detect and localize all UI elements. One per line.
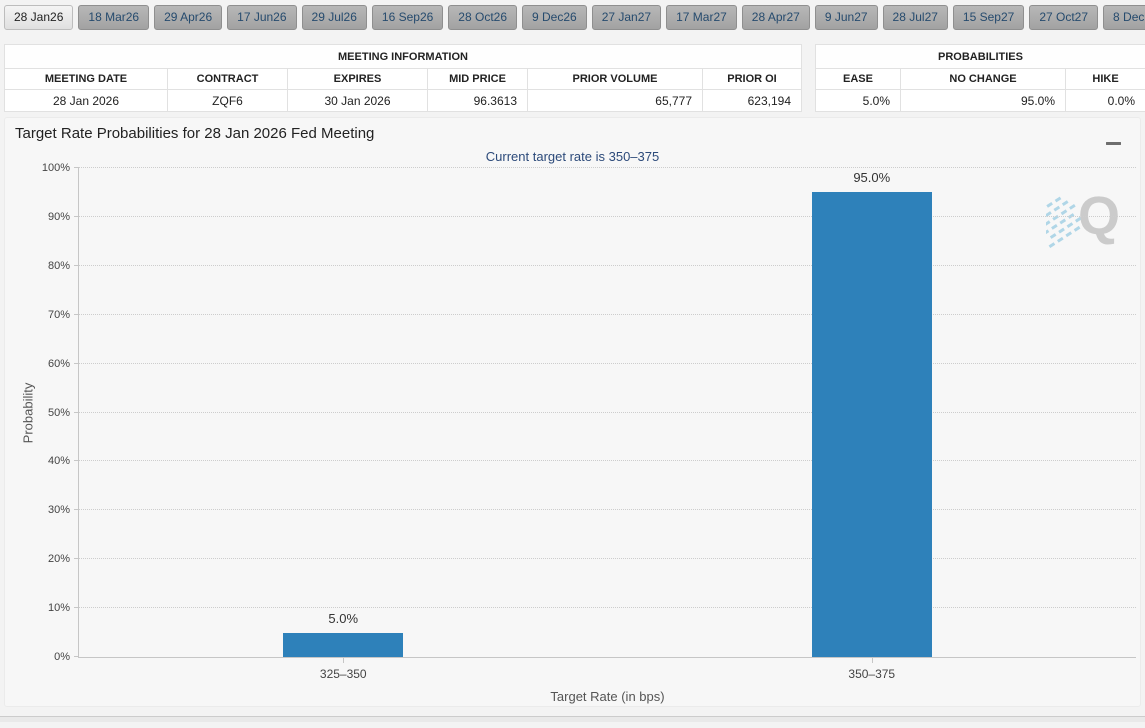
bottom-gap — [0, 707, 1145, 716]
bar-value-label: 95.0% — [853, 170, 891, 186]
y-axis-tick — [74, 607, 79, 609]
column-header: PRIOR VOLUME — [527, 68, 703, 90]
y-tick-label: 70% — [47, 308, 70, 321]
y-axis-tick — [74, 313, 79, 315]
chart-subtitle: Current target rate is 350–375 — [485, 149, 660, 164]
meeting-date-tab-9-dec26[interactable]: 9 Dec26 — [522, 5, 587, 30]
meeting-information-table-container: MEETING INFORMATION MEETING DATE CONTRACT E… — [4, 44, 802, 112]
y-tick-label: 80% — [47, 259, 70, 272]
y-gridline — [79, 558, 1136, 560]
meeting-date-tab-29-jul26[interactable]: 29 Jul26 — [301, 5, 367, 30]
meeting-date-tab-28-oct26[interactable]: 28 Oct26 — [448, 5, 517, 30]
column-header: MEETING DATE — [4, 68, 168, 90]
y-axis-tick — [74, 411, 79, 413]
column-header: HIKE — [1064, 68, 1145, 90]
meeting-information-table: MEETING INFORMATION MEETING DATE CONTRACT E… — [4, 44, 802, 112]
meeting-date-tab-27-jan27[interactable]: 27 Jan27 — [591, 5, 662, 30]
y-axis-tick — [74, 460, 79, 462]
cell-value: 28 Jan 2026 — [4, 89, 168, 112]
meeting-date-tab-28-apr27[interactable]: 28 Apr27 — [741, 5, 810, 30]
y-axis-tick — [74, 264, 79, 266]
y-axis-tick — [74, 656, 79, 657]
y-gridline — [79, 362, 1136, 364]
target-rate-chart-panel: Target Rate Probabilities for 28 Jan 202… — [4, 117, 1141, 707]
column-header: NO CHANGE — [900, 68, 1066, 90]
column-header: CONTRACT — [167, 68, 288, 90]
probabilities-table-container: PROBABILITIES EASE NO CHANGE HIKE 5.0% 95.0% 0… — [814, 44, 1145, 112]
x-axis-tick — [343, 657, 345, 663]
y-axis-tick — [74, 215, 79, 217]
meeting-date-tab-27-oct27[interactable]: 27 Oct27 — [1029, 5, 1099, 30]
cell-value: 0.0% — [1064, 89, 1145, 112]
y-gridline — [79, 264, 1136, 266]
y-tick-label: 90% — [47, 210, 70, 223]
column-header: MID PRICE — [427, 68, 528, 90]
probabilities-table-title: PROBABILITIES — [814, 44, 1145, 69]
probability-bar-325-350[interactable] — [283, 632, 404, 657]
x-category-label: 325–350 — [319, 667, 367, 681]
chart-context-menu-button[interactable] — [1104, 127, 1126, 147]
meeting-date-tab-28-jul27[interactable]: 28 Jul27 — [882, 5, 948, 30]
x-category-label: 350–375 — [848, 667, 896, 681]
y-tick-label: 0% — [54, 651, 70, 663]
probabilities-table: PROBABILITIES EASE NO CHANGE HIKE 5.0% 95.0% 0… — [814, 44, 1145, 112]
cell-value: 95.0% — [900, 89, 1066, 112]
y-tick-label: 30% — [47, 504, 70, 517]
y-tick-label: 10% — [47, 602, 70, 615]
y-axis-tick — [74, 362, 79, 364]
y-gridline — [79, 313, 1136, 315]
y-axis-tick — [74, 558, 79, 560]
x-axis-title: Target Rate (in bps) — [550, 689, 665, 704]
meeting-date-tab-29-apr26[interactable]: 29 Apr26 — [154, 5, 223, 30]
bar-value-label: 5.0% — [328, 610, 359, 626]
y-gridline — [79, 215, 1136, 217]
cell-value: 65,777 — [527, 89, 703, 112]
y-gridline — [79, 509, 1136, 511]
y-tick-label: 20% — [47, 553, 70, 566]
x-axis-tick — [871, 657, 873, 663]
meeting-date-tab-8-dec27[interactable]: 8 Dec27 — [1103, 5, 1145, 30]
cell-value: 623,194 — [702, 89, 802, 112]
cell-value: 30 Jan 2026 — [287, 89, 428, 112]
cell-value: 96.3613 — [427, 89, 528, 112]
y-gridline — [79, 167, 1136, 168]
y-gridline — [79, 411, 1136, 413]
meeting-date-tabs-bar: 28 Jan26 18 Mar26 29 Apr26 17 Jun26 29 Jul26… — [0, 0, 1145, 33]
bottom-divider — [0, 716, 1145, 722]
y-tick-label: 60% — [47, 357, 70, 370]
y-tick-label: 50% — [47, 406, 70, 419]
y-axis-tick — [74, 167, 79, 168]
y-gridline — [79, 460, 1136, 462]
y-axis-title: Probability — [20, 382, 36, 443]
cell-value: ZQF6 — [167, 89, 288, 112]
meeting-date-tab-17-jun26[interactable]: 17 Jun26 — [227, 5, 297, 30]
y-axis-tick — [74, 509, 79, 511]
meeting-date-tab-28-jan26[interactable]: 28 Jan26 — [4, 5, 74, 30]
column-header: EASE — [815, 68, 901, 90]
column-header: EXPIRES — [287, 68, 428, 90]
summary-tables-row: MEETING INFORMATION MEETING DATE CONTRACT E… — [4, 44, 1145, 112]
probability-bar-350-375[interactable] — [811, 192, 932, 657]
y-gridline — [79, 607, 1136, 609]
meeting-information-table-title: MEETING INFORMATION — [4, 44, 802, 69]
cell-value: 5.0% — [815, 89, 901, 112]
meeting-date-tab-17-mar27[interactable]: 17 Mar27 — [666, 5, 737, 30]
meeting-date-tab-9-jun27[interactable]: 9 Jun27 — [814, 5, 878, 30]
meeting-date-tab-18-mar26[interactable]: 18 Mar26 — [78, 5, 150, 30]
column-header: PRIOR OI — [702, 68, 802, 90]
chart-plot-area: Probability Target Rate (in bps) 0% 10% 20… — [21, 162, 1136, 704]
chart-title: Target Rate Probabilities for 28 Jan 202… — [15, 125, 375, 142]
meeting-date-tab-15-sep27[interactable]: 15 Sep27 — [952, 5, 1025, 30]
y-tick-label: 100% — [41, 162, 70, 174]
y-tick-label: 40% — [47, 455, 70, 468]
meeting-date-tab-16-sep26[interactable]: 16 Sep26 — [371, 5, 444, 30]
